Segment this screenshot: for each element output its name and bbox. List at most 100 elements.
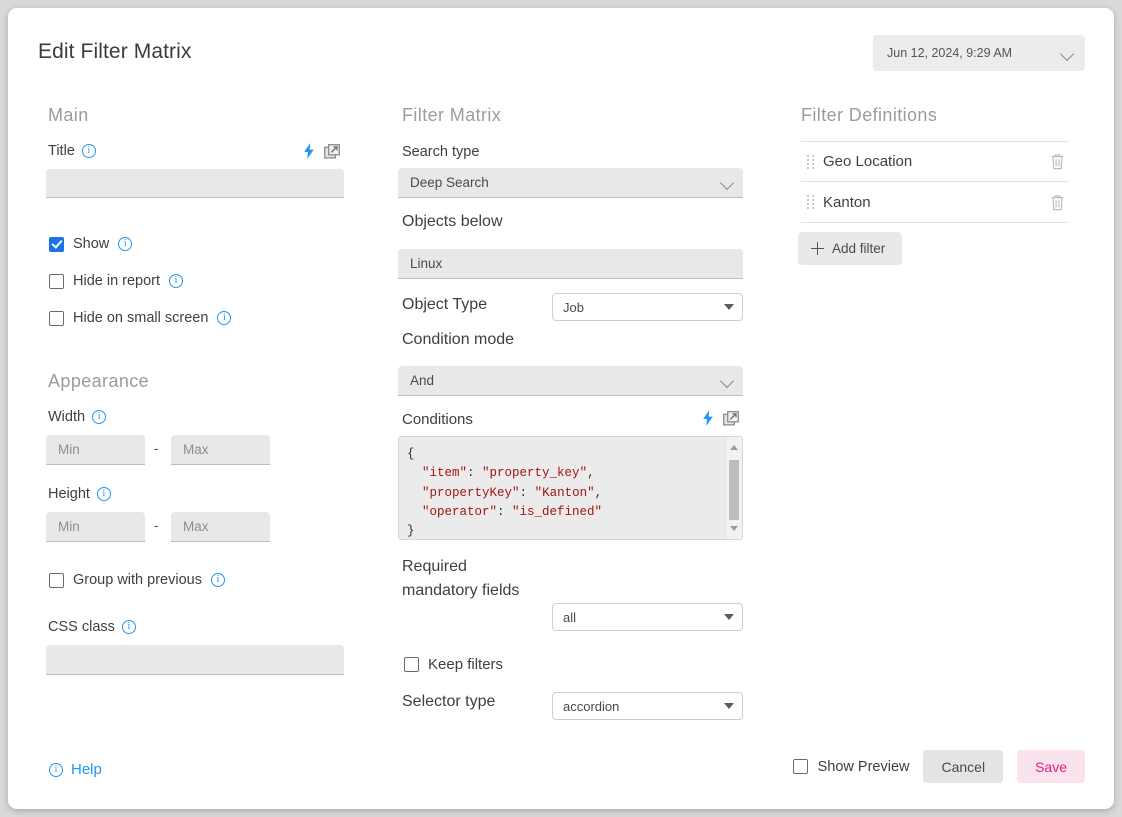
code-key-1: "item" xyxy=(422,466,468,481)
date-select[interactable]: Jun 12, 2024, 9:29 AM xyxy=(873,35,1085,71)
height-label: Height xyxy=(48,486,111,502)
chevron-down-icon xyxy=(1060,46,1075,61)
required-mandatory-fields-value: all xyxy=(563,609,577,625)
lightning-bolt-icon[interactable] xyxy=(702,410,714,426)
info-icon[interactable] xyxy=(217,310,232,325)
height-min-input[interactable] xyxy=(46,512,145,542)
save-button[interactable]: Save xyxy=(1017,750,1085,783)
title-input[interactable] xyxy=(46,169,344,198)
search-type-select[interactable]: Deep Search xyxy=(398,168,743,198)
info-icon[interactable] xyxy=(121,619,136,634)
objects-below-field[interactable]: Linux xyxy=(398,249,743,279)
object-type-select[interactable]: Job xyxy=(552,293,743,321)
code-key-2: "propertyKey" xyxy=(422,485,520,500)
condition-mode-select[interactable]: And xyxy=(398,366,743,396)
checkbox-row-hide-on-small-screen[interactable]: Hide on small screen xyxy=(49,310,232,326)
show-label: Show xyxy=(73,236,110,252)
trash-icon[interactable] xyxy=(1050,153,1065,170)
conditions-code-text[interactable]: { "item": "property_key", "propertyKey":… xyxy=(399,437,742,539)
objects-below-label: Objects below xyxy=(402,213,503,230)
code-key-3: "operator" xyxy=(422,504,498,519)
code-line-4: } xyxy=(407,524,415,539)
filter-definition-name: Geo Location xyxy=(823,153,913,170)
title-label-text: Title xyxy=(48,143,75,159)
section-heading-filter-matrix: Filter Matrix xyxy=(402,105,502,125)
css-class-input[interactable] xyxy=(46,645,344,675)
keep-filters-checkbox[interactable] xyxy=(404,657,419,672)
selector-type-select[interactable]: accordion xyxy=(552,692,743,720)
checkbox-row-show-preview[interactable]: Show Preview xyxy=(792,758,910,775)
section-heading-appearance: Appearance xyxy=(48,371,150,391)
conditions-field-actions xyxy=(702,410,739,426)
drag-handle-icon[interactable] xyxy=(807,195,817,210)
hide-on-small-screen-checkbox[interactable] xyxy=(49,310,64,326)
show-preview-checkbox[interactable] xyxy=(792,759,808,774)
info-icon[interactable] xyxy=(81,143,96,158)
code-post-1: , xyxy=(587,466,595,481)
info-icon[interactable] xyxy=(96,486,111,501)
required-mandatory-fields-select[interactable]: all xyxy=(552,603,743,631)
date-select-value: Jun 12, 2024, 9:29 AM xyxy=(887,46,1013,60)
chevron-down-icon xyxy=(720,373,735,388)
info-icon[interactable] xyxy=(118,236,133,251)
lightning-bolt-icon[interactable] xyxy=(303,143,315,159)
group-with-previous-checkbox[interactable] xyxy=(49,572,64,588)
condition-mode-value: And xyxy=(410,373,435,388)
show-checkbox[interactable] xyxy=(49,236,64,252)
scrollbar-thumb[interactable] xyxy=(729,460,739,520)
cancel-button[interactable]: Cancel xyxy=(923,750,1004,783)
conditions-scrollbar[interactable] xyxy=(725,437,742,539)
width-label: Width xyxy=(48,409,107,425)
info-icon xyxy=(49,762,63,777)
required-mandatory-fields-label: Required mandatory fields xyxy=(402,558,520,599)
width-max-input[interactable] xyxy=(171,435,270,465)
conditions-code-editor[interactable]: { "item": "property_key", "propertyKey":… xyxy=(398,436,743,540)
info-icon[interactable] xyxy=(92,409,107,424)
object-type-value: Job xyxy=(563,299,584,315)
height-label-text: Height xyxy=(48,486,90,502)
code-line-0: { xyxy=(407,447,415,461)
code-val-1: "property_key" xyxy=(482,466,588,481)
width-min-input[interactable] xyxy=(46,435,145,465)
objects-below-value: Linux xyxy=(410,256,443,271)
selector-type-value: accordion xyxy=(563,698,620,714)
keep-filters-label: Keep filters xyxy=(428,656,504,673)
width-label-text: Width xyxy=(48,409,86,425)
width-range-separator: - xyxy=(154,440,159,456)
selector-type-label: Selector type xyxy=(402,693,496,710)
hide-in-report-checkbox[interactable] xyxy=(49,273,64,289)
page-title: Edit Filter Matrix xyxy=(38,40,192,63)
drag-handle-icon[interactable] xyxy=(807,154,817,169)
trash-icon[interactable] xyxy=(1050,194,1065,211)
open-in-new-icon[interactable] xyxy=(723,410,739,426)
caret-down-icon xyxy=(724,304,734,310)
add-filter-button[interactable]: Add filter xyxy=(798,232,903,265)
title-field-actions xyxy=(303,143,340,159)
checkbox-row-show[interactable]: Show xyxy=(49,236,133,252)
height-range-separator: - xyxy=(154,517,159,533)
open-in-new-icon[interactable] xyxy=(324,143,340,159)
info-icon[interactable] xyxy=(210,572,225,587)
edit-filter-matrix-dialog: Edit Filter Matrix Jun 12, 2024, 9:29 AM… xyxy=(8,8,1114,809)
search-type-label: Search type xyxy=(402,144,480,160)
css-class-label: CSS class xyxy=(48,619,136,635)
title-field-label: Title xyxy=(48,143,96,159)
filter-definition-row[interactable]: Geo Location xyxy=(801,141,1069,182)
plus-icon xyxy=(811,242,824,255)
code-sep-1: : xyxy=(467,466,483,481)
checkbox-row-hide-in-report[interactable]: Hide in report xyxy=(49,273,184,289)
checkbox-row-keep-filters[interactable]: Keep filters xyxy=(404,656,503,673)
scroll-down-arrow-icon[interactable] xyxy=(730,526,738,531)
code-sep-2: : xyxy=(519,485,535,500)
checkbox-row-group-with-previous[interactable]: Group with previous xyxy=(49,572,225,588)
height-max-input[interactable] xyxy=(171,512,270,542)
show-preview-label: Show Preview xyxy=(817,758,910,775)
filter-definition-row[interactable]: Kanton xyxy=(801,182,1069,223)
help-link[interactable]: Help xyxy=(49,761,102,778)
section-heading-main: Main xyxy=(48,105,89,125)
search-type-value: Deep Search xyxy=(410,175,489,190)
footer-actions: Show Preview Cancel Save xyxy=(792,750,1085,783)
info-icon[interactable] xyxy=(169,273,184,288)
scroll-up-arrow-icon[interactable] xyxy=(730,445,738,450)
object-type-label: Object Type xyxy=(402,296,488,313)
